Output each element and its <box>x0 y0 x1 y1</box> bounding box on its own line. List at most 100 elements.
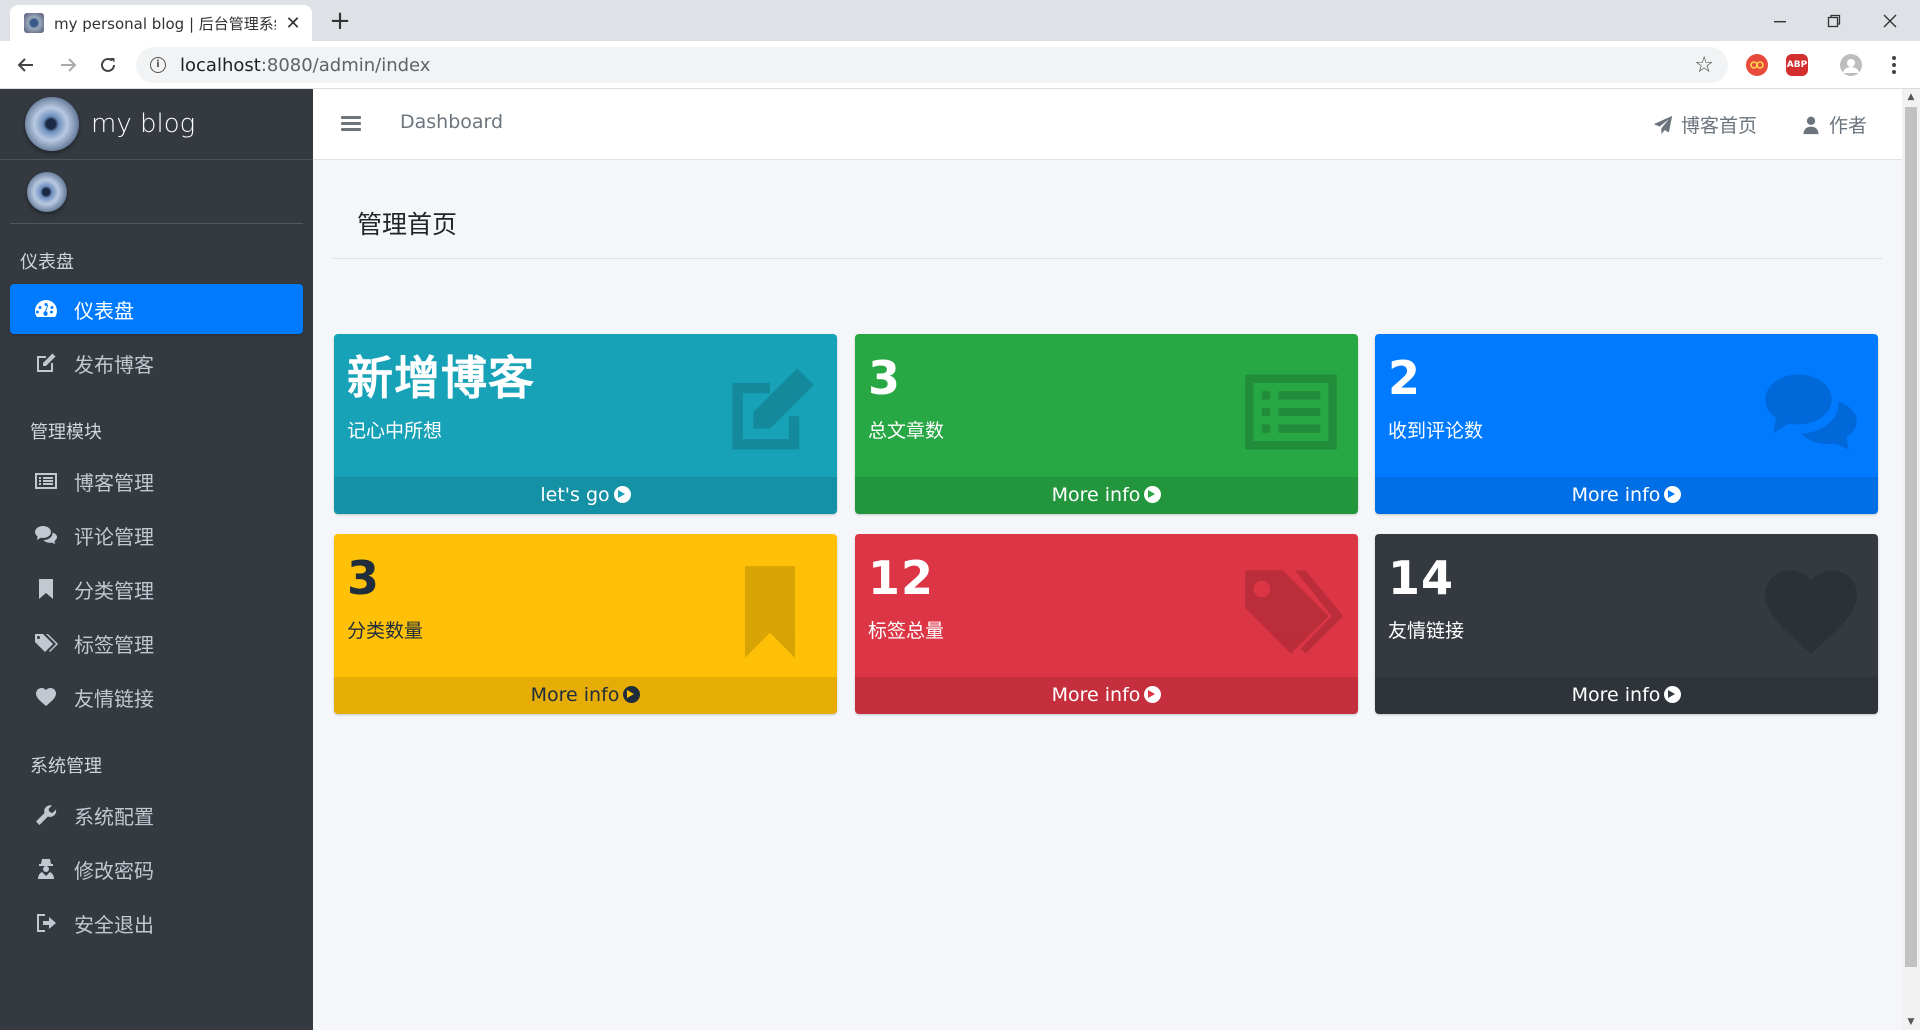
arrow-circle-right-icon <box>1144 486 1162 503</box>
sign-out-icon <box>32 911 60 935</box>
box-value: 14 <box>1388 551 1455 605</box>
bookmark-icon <box>32 577 60 601</box>
menu-toggle-icon[interactable] <box>341 113 361 135</box>
sidebar-item-label: 安全退出 <box>74 912 154 937</box>
browser-tab-bar: my personal blog | 后台管理系统 ✕ + <box>0 0 1920 41</box>
sidebar-item-tags[interactable]: 标签管理 <box>10 618 303 668</box>
sidebar-item-password[interactable]: 修改密码 <box>10 844 303 894</box>
brand-link[interactable]: my blog <box>0 89 313 160</box>
top-navbar: Dashboard 博客首页 作者 <box>313 89 1902 160</box>
box-footer-link[interactable]: More info <box>1375 677 1878 714</box>
arrow-circle-right-icon <box>1664 486 1682 503</box>
box-footer-link[interactable]: More info <box>1375 477 1878 514</box>
scroll-down-icon[interactable]: ▼ <box>1902 1014 1920 1030</box>
brand-name: my blog <box>91 109 196 139</box>
user-secret-icon <box>32 857 60 881</box>
sidebar-item-dashboard[interactable]: 仪表盘 <box>10 284 303 334</box>
close-window-icon[interactable] <box>1862 0 1918 41</box>
address-bar[interactable]: i localhost:8080/admin/index ☆ <box>136 47 1728 83</box>
sidebar-item-publish[interactable]: 发布博客 <box>10 338 303 388</box>
profile-icon[interactable] <box>1840 54 1862 76</box>
blog-home-link[interactable]: 博客首页 <box>1653 111 1757 138</box>
box-label: 记心中所想 <box>347 420 443 442</box>
box-value: 12 <box>868 551 935 605</box>
sidebar-item-label: 标签管理 <box>74 632 154 657</box>
user-avatar[interactable] <box>27 171 67 212</box>
breadcrumb-dashboard[interactable]: Dashboard <box>400 111 503 133</box>
box-value: 3 <box>868 351 902 405</box>
edit-icon <box>32 351 60 375</box>
blog-home-label: 博客首页 <box>1681 115 1758 137</box>
scroll-up-icon[interactable]: ▲ <box>1902 89 1920 105</box>
sidebar-item-categories[interactable]: 分类管理 <box>10 564 303 614</box>
box-value: 2 <box>1388 351 1422 405</box>
sidebar-item-blogs[interactable]: 博客管理 <box>10 456 303 506</box>
box-value: 新增博客 <box>347 351 535 405</box>
sidebar-item-label: 博客管理 <box>74 470 154 495</box>
minimize-icon[interactable] <box>1752 0 1808 41</box>
sidebar-item-label: 修改密码 <box>74 858 154 883</box>
tags-icon <box>1236 562 1346 662</box>
info-box-tags: 12 标签总量 More info <box>855 534 1358 714</box>
adblock-icon[interactable]: ABP <box>1786 54 1808 76</box>
sidebar-item-settings[interactable]: 系统配置 <box>10 790 303 840</box>
box-label: 分类数量 <box>347 620 424 642</box>
arrow-circle-right-icon <box>623 686 641 703</box>
extension-icon[interactable] <box>1746 54 1768 76</box>
nav-header-dashboard: 仪表盘 <box>20 252 74 273</box>
nav-header-system: 系统管理 <box>30 756 102 777</box>
tags-icon <box>32 631 60 655</box>
sidebar-item-links[interactable]: 友情链接 <box>10 672 303 722</box>
paper-plane-icon <box>1653 115 1673 134</box>
box-value: 3 <box>347 551 381 605</box>
sidebar-item-label: 仪表盘 <box>74 298 134 323</box>
heart-icon <box>1756 562 1866 662</box>
scroll-thumb[interactable] <box>1905 107 1917 967</box>
info-box-categories: 3 分类数量 More info <box>334 534 837 714</box>
back-icon[interactable] <box>10 49 42 81</box>
browser-toolbar: i localhost:8080/admin/index ☆ ABP <box>0 41 1920 89</box>
dashboard-icon <box>32 297 60 321</box>
user-icon <box>1803 116 1819 134</box>
box-footer-link[interactable]: let's go <box>334 477 837 514</box>
arrow-circle-right-icon <box>1144 686 1162 703</box>
browser-menu-icon[interactable] <box>1878 49 1910 81</box>
content-header: 管理首页 <box>333 205 1882 259</box>
sidebar-item-label: 评论管理 <box>74 524 154 549</box>
tab-close-icon[interactable]: ✕ <box>284 13 302 34</box>
box-label: 总文章数 <box>868 420 945 442</box>
info-box-articles: 3 总文章数 More info <box>855 334 1358 514</box>
site-info-icon[interactable]: i <box>150 57 166 73</box>
new-tab-button[interactable]: + <box>326 6 354 36</box>
sidebar-item-logout[interactable]: 安全退出 <box>10 898 303 948</box>
page-scrollbar[interactable]: ▲ ▼ <box>1902 89 1920 1030</box>
page-viewport: my blog 仪表盘 仪表盘 发布博客 管理模块 博客管理 评论管理 分类管理… <box>0 89 1902 1030</box>
sidebar: my blog 仪表盘 仪表盘 发布博客 管理模块 博客管理 评论管理 分类管理… <box>0 89 313 1030</box>
arrow-circle-right-icon <box>1664 686 1682 703</box>
box-label: 标签总量 <box>868 620 945 642</box>
user-panel <box>10 160 303 224</box>
sidebar-item-label: 发布博客 <box>74 352 154 377</box>
list-icon <box>32 469 60 493</box>
bookmark-star-icon[interactable]: ☆ <box>1694 53 1714 78</box>
restore-icon[interactable] <box>1806 0 1862 41</box>
box-footer-link[interactable]: More info <box>855 477 1358 514</box>
info-box-links: 14 友情链接 More info <box>1375 534 1878 714</box>
reload-icon[interactable] <box>92 49 124 81</box>
box-footer-link[interactable]: More info <box>855 677 1358 714</box>
list-alt-icon <box>1236 362 1346 462</box>
box-label: 友情链接 <box>1388 620 1465 642</box>
sidebar-item-comments[interactable]: 评论管理 <box>10 510 303 560</box>
info-box-new-blog: 新增博客 记心中所想 let's go <box>334 334 837 514</box>
arrow-circle-right-icon <box>613 486 631 503</box>
forward-icon[interactable] <box>52 49 84 81</box>
nav-header-modules: 管理模块 <box>30 422 102 443</box>
comments-icon <box>1756 362 1866 462</box>
sidebar-item-label: 系统配置 <box>74 804 154 829</box>
box-label: 收到评论数 <box>1388 420 1484 442</box>
browser-tab[interactable]: my personal blog | 后台管理系统 ✕ <box>10 5 312 41</box>
brand-logo <box>25 97 79 151</box>
author-label: 作者 <box>1829 115 1868 137</box>
author-link[interactable]: 作者 <box>1801 111 1867 138</box>
box-footer-link[interactable]: More info <box>334 677 837 714</box>
